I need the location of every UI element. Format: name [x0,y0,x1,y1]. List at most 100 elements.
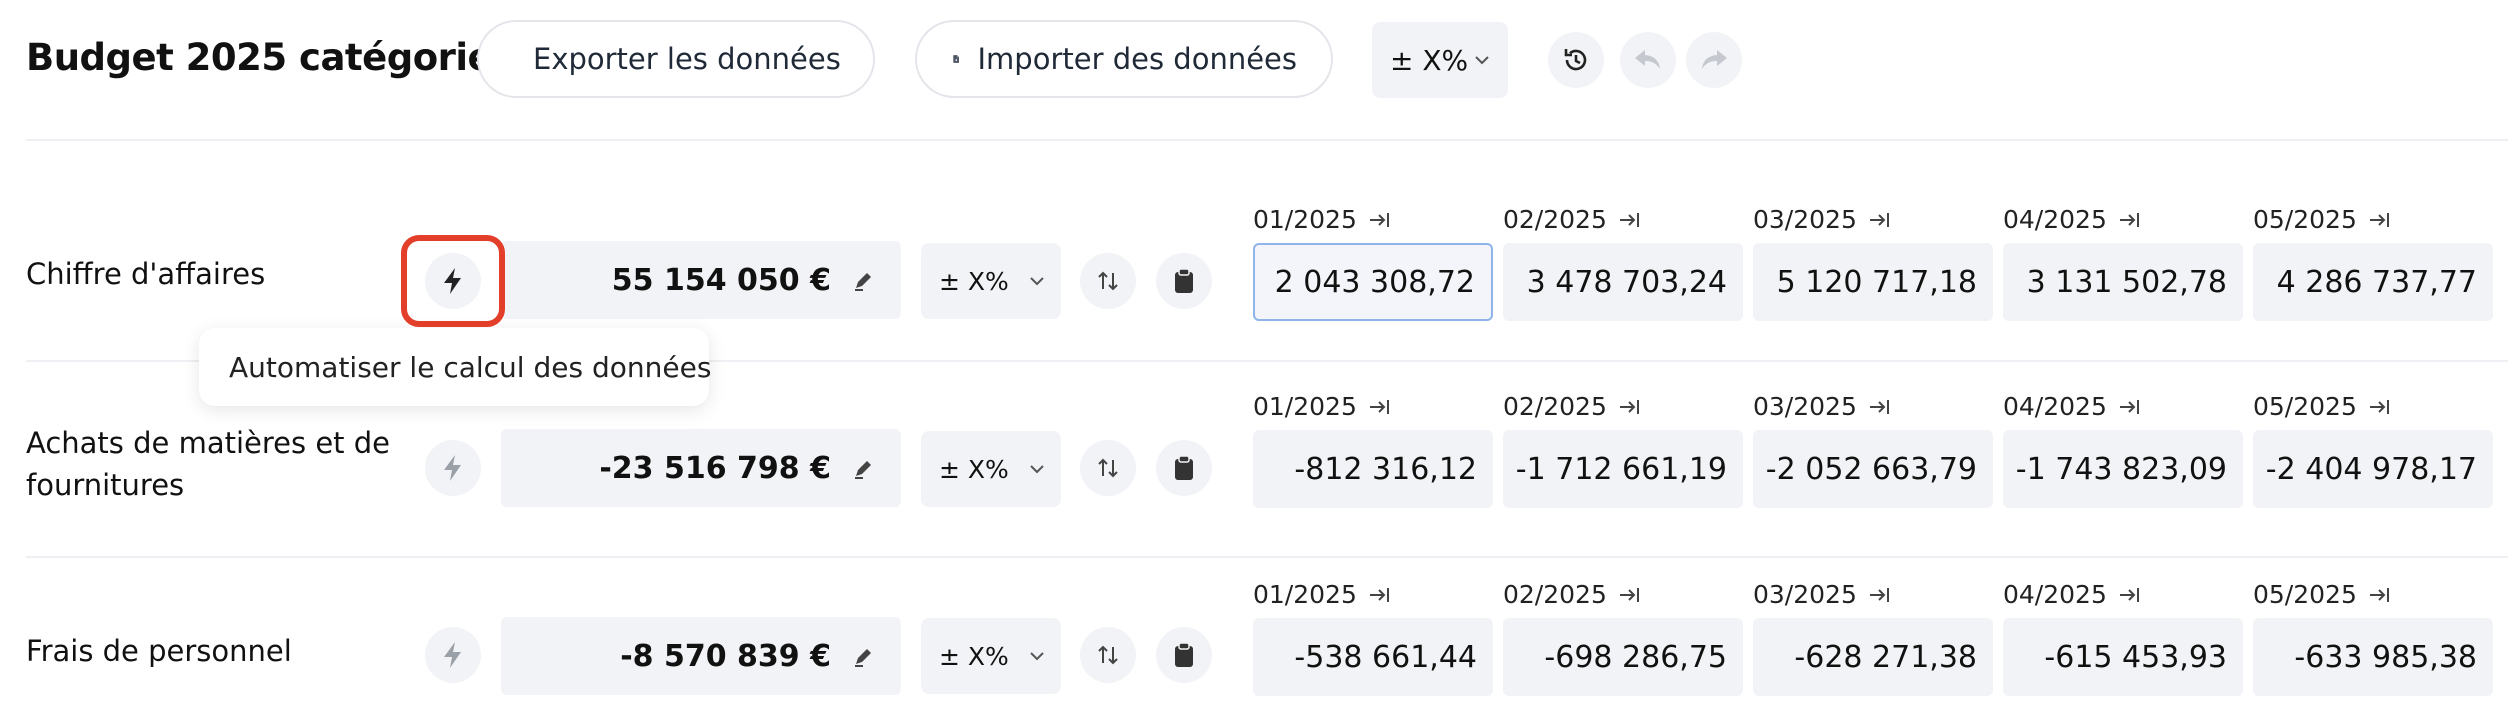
month-label: 03/2025 [1753,392,1857,421]
arrow-right-to-line-icon[interactable] [1369,398,1391,416]
month-label: 01/2025 [1253,580,1357,609]
pencil-icon[interactable] [853,457,875,479]
month-value-input[interactable]: -615 453,93 [2003,618,2243,696]
month-label: 04/2025 [2003,580,2107,609]
month-value-input[interactable]: 3 478 703,24 [1503,243,1743,321]
clipboard-button[interactable] [1156,627,1212,683]
month-header: 04/2025 [2003,580,2141,609]
variation-label: ± X% [939,454,1009,484]
arrow-right-to-line-icon[interactable] [1619,586,1641,604]
history-icon [1564,49,1587,71]
pencil-icon[interactable] [853,269,875,291]
month-value-input[interactable]: -812 316,12 [1253,430,1493,508]
category-label: Chiffre d'affaires [26,257,266,291]
total-field[interactable]: -23 516 798 € [501,429,901,507]
total-field[interactable]: -8 570 839 € [501,617,901,695]
total-field[interactable]: 55 154 050 € [501,241,901,319]
month-header: 01/2025 [1253,580,1391,609]
clipboard-icon [1175,268,1193,293]
highlight-box [401,235,505,327]
total-value: -8 570 839 € [620,638,831,674]
sort-button[interactable] [1080,627,1136,683]
variation-dropdown[interactable]: ± X% [921,431,1061,507]
month-value-input[interactable]: -2 052 663,79 [1753,430,1993,508]
month-value-input[interactable]: -1 743 823,09 [2003,430,2243,508]
month-label: 03/2025 [1753,205,1857,234]
clipboard-button[interactable] [1156,440,1212,496]
arrow-right-to-line-icon[interactable] [2119,211,2141,229]
redo-button[interactable] [1686,32,1742,88]
month-header: 04/2025 [2003,205,2141,234]
export-button[interactable]: Exporter les données [477,20,875,98]
arrow-right-to-line-icon[interactable] [2119,586,2141,604]
automate-button[interactable] [425,440,481,496]
total-value: 55 154 050 € [611,262,831,298]
global-variation-dropdown[interactable]: ± X% [1372,22,1508,98]
sort-arrows-icon [1098,645,1118,665]
month-label: 02/2025 [1503,392,1607,421]
sort-arrows-icon [1098,458,1118,478]
row-divider [26,556,2508,558]
month-value-input[interactable]: -698 286,75 [1503,618,1743,696]
arrow-right-to-line-icon[interactable] [2369,586,2391,604]
arrow-right-to-line-icon[interactable] [1369,211,1391,229]
month-value-input[interactable]: -628 271,38 [1753,618,1993,696]
month-value-input[interactable]: 5 120 717,18 [1753,243,1993,321]
clipboard-icon [1175,455,1193,480]
month-header: 03/2025 [1753,205,1891,234]
arrow-right-to-line-icon[interactable] [1869,586,1891,604]
arrow-right-to-line-icon[interactable] [1619,398,1641,416]
month-header: 05/2025 [2253,580,2391,609]
variation-dropdown[interactable]: ± X% [921,243,1061,319]
redo-icon [1702,50,1727,69]
undo-button[interactable] [1620,32,1676,88]
file-import-icon [953,55,960,63]
month-value-input[interactable]: -2 404 978,17 [2253,430,2493,508]
import-button[interactable]: Importer des données [915,20,1333,98]
sort-arrows-icon [1098,271,1118,291]
month-value-input[interactable]: -1 712 661,19 [1503,430,1743,508]
automate-button[interactable] [425,627,481,683]
month-label: 05/2025 [2253,392,2357,421]
month-label: 05/2025 [2253,205,2357,234]
global-variation-label: ± X% [1390,43,1469,77]
total-value: -23 516 798 € [599,450,831,486]
undo-icon [1635,50,1660,69]
month-label: 04/2025 [2003,392,2107,421]
variation-label: ± X% [939,641,1009,671]
sort-button[interactable] [1080,440,1136,496]
category-label: Frais de personnel [26,634,292,668]
lightning-icon [444,642,461,668]
month-label: 01/2025 [1253,205,1357,234]
month-label: 02/2025 [1503,205,1607,234]
month-value-input[interactable]: 2 043 308,72 [1253,243,1493,321]
arrow-right-to-line-icon[interactable] [1869,398,1891,416]
history-button[interactable] [1548,32,1604,88]
arrow-right-to-line-icon[interactable] [1369,586,1391,604]
lightning-icon [444,455,461,481]
month-header: 02/2025 [1503,205,1641,234]
month-header: 05/2025 [2253,205,2391,234]
month-value-input[interactable]: 3 131 502,78 [2003,243,2243,321]
month-value-input[interactable]: -633 985,38 [2253,618,2493,696]
sort-button[interactable] [1080,253,1136,309]
chevron-down-icon [1475,56,1489,65]
month-header: 01/2025 [1253,392,1391,421]
month-label: 05/2025 [2253,580,2357,609]
arrow-right-to-line-icon[interactable] [2369,398,2391,416]
category-label: Achats de matières et de fournitures [26,426,391,502]
month-value-input[interactable]: -538 661,44 [1253,618,1493,696]
arrow-right-to-line-icon[interactable] [1619,211,1641,229]
month-value-input[interactable]: 4 286 737,77 [2253,243,2493,321]
clipboard-button[interactable] [1156,253,1212,309]
variation-dropdown[interactable]: ± X% [921,618,1061,694]
variation-label: ± X% [939,266,1009,296]
month-header: 05/2025 [2253,392,2391,421]
month-header: 03/2025 [1753,580,1891,609]
pencil-icon[interactable] [853,645,875,667]
arrow-right-to-line-icon[interactable] [1869,211,1891,229]
arrow-right-to-line-icon[interactable] [2369,211,2391,229]
page-title: Budget 2025 catégorie [26,36,493,79]
arrow-right-to-line-icon[interactable] [2119,398,2141,416]
month-label: 04/2025 [2003,205,2107,234]
